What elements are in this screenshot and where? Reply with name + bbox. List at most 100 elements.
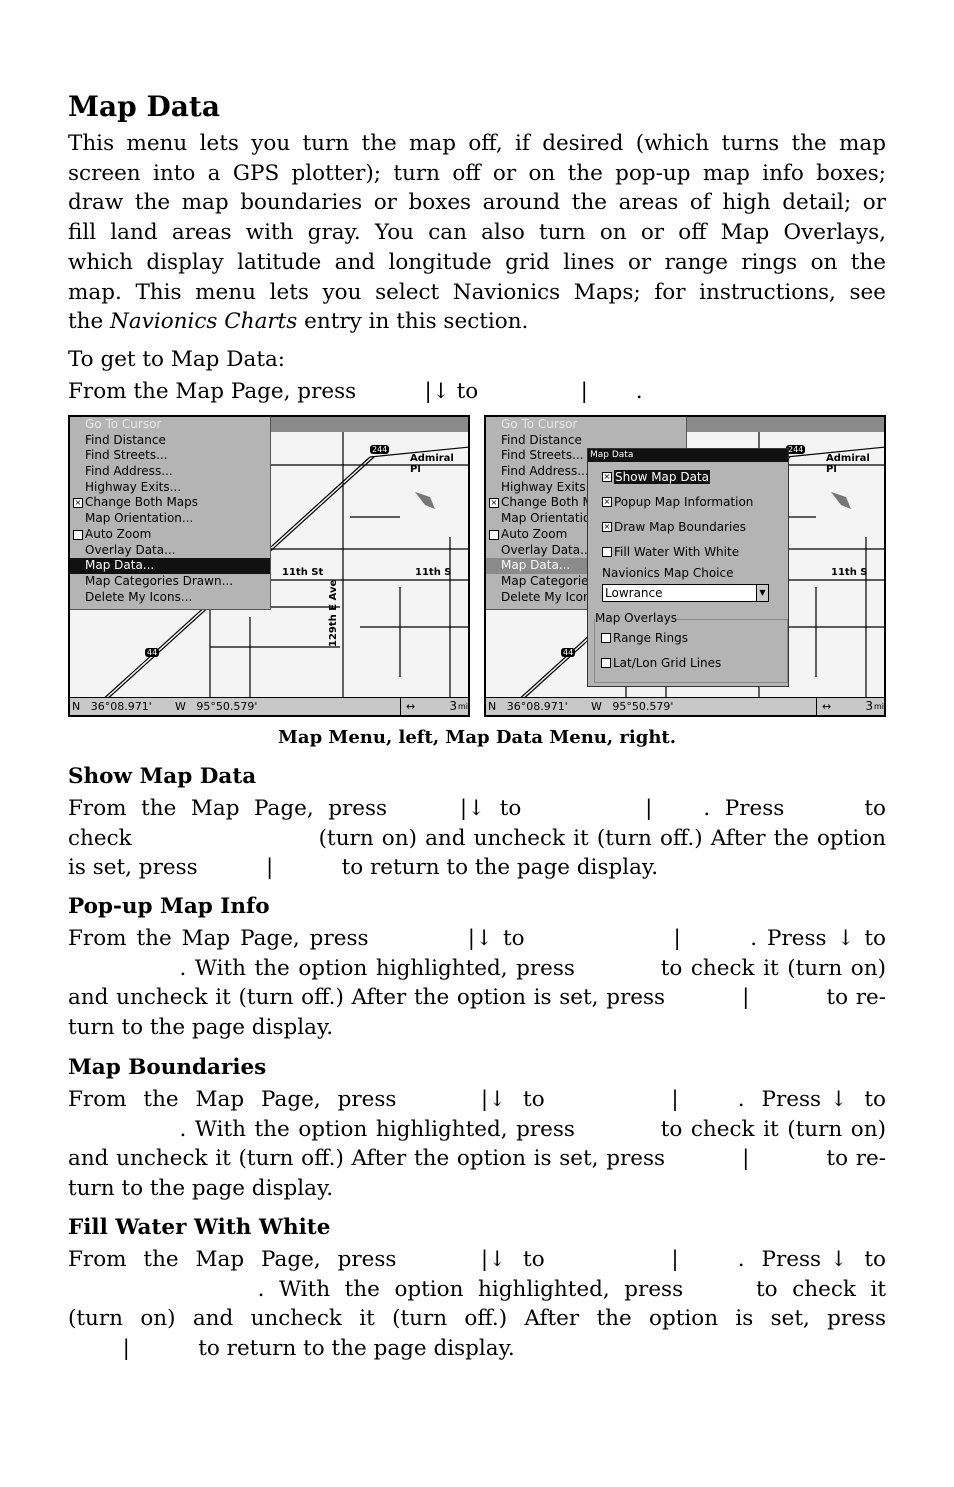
menu-item[interactable]: Overlay Data...	[70, 543, 270, 559]
menu-item[interactable]: Map Data...	[70, 558, 270, 574]
checkbox-icon[interactable]	[602, 547, 612, 557]
menu-item[interactable]: Map Categories Drawn...	[70, 574, 270, 590]
status-bar: N 36°08.971' W 95°50.579' ↔ 3 mi	[70, 697, 468, 715]
map-street-label: 11th St	[282, 567, 324, 578]
map-street-label: 129th E Ave	[328, 579, 339, 647]
menu-item-label: Highway Exits...	[85, 479, 182, 494]
section-line: turn to the page display.	[68, 1015, 334, 1041]
latitude-readout: N 36°08.971'	[488, 700, 568, 713]
map-street-label: 11th S	[831, 567, 868, 578]
menu-item-label: Auto Zoom	[85, 526, 152, 541]
menu-item-label: Change Both Maps	[85, 495, 199, 510]
range-arrow-icon: ↔	[406, 700, 416, 713]
section-line: From the Map Page, press |↓ to | . Press…	[68, 1247, 886, 1272]
intro-line: screen into a GPS plotter); turn off or …	[68, 160, 886, 186]
intro-pre: the	[68, 309, 111, 335]
menu-item[interactable]: Highway Exits...	[70, 480, 270, 496]
navionics-label: Navionics Map Choice	[602, 566, 734, 580]
section-heading: Show Map Data	[68, 764, 257, 789]
section-line: From the Map Page, press |↓ to | . Press…	[68, 926, 886, 951]
section-line: and uncheck it (turn off.) After the opt…	[68, 985, 886, 1011]
checkbox-icon[interactable]	[601, 658, 611, 668]
map-street-label: Admiral Pl	[410, 453, 454, 475]
menu-item-label: Map Categories Drawn...	[85, 573, 234, 588]
map-data-dialog: Map Data × Show Map Data × Popup Map Informa…	[587, 448, 789, 687]
chevron-down-icon[interactable]: ▼	[756, 585, 768, 601]
menu-item[interactable]: × Change Both Maps	[70, 495, 270, 511]
section-line: is set, press | to return to the page di…	[68, 855, 659, 881]
menu-item-label: Find Distance	[85, 432, 166, 447]
menu-item-label: Find Streets...	[501, 448, 584, 463]
map-overlays-label: Map Overlays	[595, 611, 678, 625]
section-line: | to return to the page display.	[68, 1336, 515, 1362]
map-street-label: Admiral Pl	[826, 453, 870, 475]
scale-unit: mi	[873, 702, 884, 711]
scale-value: 3	[449, 699, 457, 713]
option-fill-water-with-white[interactable]: Fill Water With White	[602, 544, 739, 560]
menu-item[interactable]: Find Address...	[70, 464, 270, 480]
menu-item-label: Find Address...	[85, 464, 173, 479]
checkbox-icon[interactable]	[73, 529, 83, 540]
dialog-title: Map Data	[588, 449, 788, 462]
section-line: (turn on) and uncheck it (turn off.) Aft…	[68, 1306, 886, 1332]
overlay-option[interactable]: Range Rings	[601, 630, 688, 646]
option-popup-map-information[interactable]: × Popup Map Information	[602, 494, 753, 510]
section-line: and uncheck it (turn off.) After the opt…	[68, 1146, 886, 1172]
map-menu[interactable]: Go To Cursor Find Distance Find Streets...…	[70, 417, 271, 610]
checkbox-icon[interactable]: ×	[602, 497, 612, 507]
section-line: From the Map Page, press |↓ to | . Press…	[68, 796, 886, 821]
map-street-label: 11th S	[415, 567, 452, 578]
menu-item-label: Find Distance	[501, 432, 582, 447]
page-title: Map Data	[68, 90, 220, 123]
section-heading: Map Boundaries	[68, 1055, 267, 1080]
map-overlays-group: Map Overlays Range Rings Lat/Lon Grid Line…	[594, 611, 788, 683]
intro-line: the Navionics Charts entry in this secti…	[68, 309, 886, 335]
menu-item[interactable]: Delete My Icons...	[70, 590, 270, 606]
menu-item[interactable]: Auto Zoom	[70, 527, 270, 543]
menu-item-label: Map Data...	[501, 558, 571, 573]
intro-line: This menu lets you turn the map off, if …	[68, 131, 886, 156]
menu-item-label: Map Orientation...	[85, 511, 194, 526]
option-label: Draw Map Boundaries	[614, 520, 746, 534]
section-line: From the Map Page, press |↓ to | . Press…	[68, 1087, 886, 1112]
checkbox-icon[interactable]: ×	[73, 498, 83, 509]
figure-caption: Map Menu, left, Map Data Menu, right.	[277, 727, 677, 748]
option-show-map-data[interactable]: × Show Map Data	[602, 469, 710, 485]
map-data-menu-screenshot: Admiral Pl11th S11th St129th E Ave24444N…	[484, 415, 886, 717]
menu-item-label: Delete My Icons...	[85, 589, 193, 604]
intro-em: Navionics Charts	[110, 309, 298, 335]
scale-value: 3	[865, 699, 873, 713]
menu-item[interactable]: Find Streets...	[70, 448, 270, 464]
menu-item[interactable]: Map Orientation...	[70, 511, 270, 527]
menu-item[interactable]: Go To Cursor	[486, 417, 686, 433]
checkbox-icon[interactable]	[601, 633, 611, 643]
checkbox-icon[interactable]: ×	[602, 472, 612, 482]
menu-item-label: Overlay Data...	[501, 542, 592, 557]
intro-post: entry in this section.	[297, 309, 529, 335]
section-line: . With the option highlighted, press to …	[68, 1276, 886, 1302]
menu-item[interactable]: Find Distance	[70, 433, 270, 449]
menu-item-label: Overlay Data...	[85, 542, 176, 557]
section-line: check (turn on) and uncheck it (turn off…	[68, 825, 886, 851]
section-line: turn to the page display.	[68, 1176, 334, 1202]
option-draw-map-boundaries[interactable]: × Draw Map Boundaries	[602, 519, 746, 535]
zoom-scale: ↔ 3 mi	[400, 698, 468, 715]
menu-item-label: Map Data...	[85, 558, 155, 573]
option-label: Show Map Data	[614, 470, 710, 484]
section-line: . With the option highlighted, press to …	[68, 1116, 886, 1142]
menu-item[interactable]: Go To Cursor	[70, 417, 270, 433]
range-arrow-icon: ↔	[822, 700, 832, 713]
navionics-selected-value: Lowrance	[605, 586, 663, 600]
navionics-map-select[interactable]: Lowrance ▼	[602, 584, 769, 602]
menu-item[interactable]: Find Distance	[486, 433, 686, 449]
overlay-option[interactable]: Lat/Lon Grid Lines	[601, 655, 721, 671]
checkbox-icon[interactable]	[489, 529, 499, 540]
section-line: . With the option highlighted, press to …	[68, 955, 886, 981]
menu-item-label: Find Streets...	[85, 448, 168, 463]
checkbox-icon[interactable]: ×	[489, 498, 499, 509]
highway-shield: 44	[145, 648, 160, 657]
intro-line: fill land areas with gray. You can also …	[68, 220, 886, 246]
menu-item-label: Highway Exits...	[501, 479, 598, 494]
highway-shield: 244	[370, 445, 390, 454]
checkbox-icon[interactable]: ×	[602, 522, 612, 532]
